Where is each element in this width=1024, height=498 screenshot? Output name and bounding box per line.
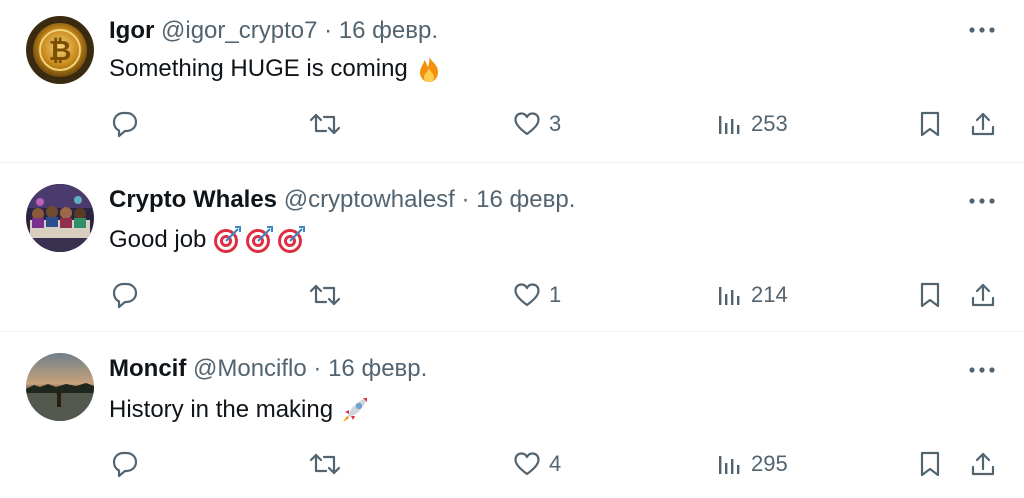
tweet-text: Something HUGE is coming [109,54,444,84]
views-button[interactable]: 214 [717,279,788,311]
views-button[interactable]: 295 [717,448,788,480]
tweet-feed: ₿ Igor @igor_crypto7 · 16 февр. Somethin… [0,0,1024,498]
bookmark-icon [920,282,940,308]
author-name[interactable]: Moncif [109,355,186,382]
tweet-text-content: Something HUGE is coming [109,55,408,82]
repost-arrows-icon [309,284,341,306]
reply-button[interactable] [110,108,140,140]
like-button[interactable]: 4 [513,448,561,480]
bookmark-button[interactable] [917,279,943,311]
tweet[interactable]: Moncif @Monciflo · 16 февр. History in t… [0,331,1024,496]
author-name[interactable]: Crypto Whales [109,186,277,213]
heart-icon [514,112,540,136]
tweet-date[interactable]: 16 февр. [339,17,438,44]
share-upload-icon [971,452,995,476]
reply-button[interactable] [110,448,140,480]
separator-dot: · [324,17,333,44]
bookmark-icon [920,451,940,477]
views-bar-chart-icon [719,116,740,134]
author-handle[interactable]: @igor_crypto7 [161,17,317,44]
tweet[interactable]: Crypto Whales @cryptowhalesf · 16 февр. … [0,162,1024,327]
author-handle[interactable]: @Monciflo [193,355,307,382]
landscape-avatar-image [26,353,94,421]
bookmark-icon [920,111,940,137]
direct-hit-emoji [212,225,306,255]
tweet-actions: 4 295 [0,448,1024,480]
reply-bubble-icon [112,282,138,309]
avatar[interactable] [26,353,94,421]
separator-dot: · [461,186,470,213]
bookmark-button[interactable] [917,448,943,480]
bookmark-button[interactable] [917,108,943,140]
like-button[interactable]: 3 [513,108,561,140]
tweet-header: Igor @igor_crypto7 · 16 февр. [109,16,438,46]
more-options-button[interactable] [968,187,996,215]
like-button[interactable]: 1 [513,279,561,311]
reply-bubble-icon [112,451,138,478]
tweet-actions: 1 214 [0,279,1024,311]
tweet[interactable]: ₿ Igor @igor_crypto7 · 16 февр. Somethin… [0,0,1024,165]
tweet-date[interactable]: 16 февр. [476,186,575,213]
more-horizontal-icon [969,367,995,373]
direct-hit-emoji [246,226,274,253]
more-options-button[interactable] [968,356,996,384]
author-handle[interactable]: @cryptowhalesf [284,186,455,213]
like-count: 3 [549,111,562,136]
avatar[interactable]: ₿ [26,16,94,84]
tweet-text: History in the making [109,394,371,426]
views-button[interactable]: 253 [717,108,788,140]
share-upload-icon [971,283,995,307]
svg-text:₿: ₿ [49,34,72,67]
views-bar-chart-icon [719,287,740,305]
share-upload-icon [971,112,995,136]
direct-hit-emoji [278,226,306,253]
tweet-actions: 3 253 [0,108,1024,140]
author-name[interactable]: Igor [109,17,154,44]
rocket-emoji [339,394,371,426]
heart-icon [514,452,540,476]
share-button[interactable] [969,108,997,140]
bitcoin-avatar-image: ₿ [26,16,94,84]
like-count: 1 [549,282,562,307]
views-bar-chart-icon [719,456,740,474]
repost-button[interactable] [308,448,342,480]
group-photo-avatar-image [26,184,94,252]
tweet-header: Crypto Whales @cryptowhalesf · 16 февр. [109,185,575,215]
more-horizontal-icon [969,27,995,33]
repost-arrows-icon [309,453,341,475]
repost-button[interactable] [308,279,342,311]
tweet-text-content: History in the making [109,396,334,423]
more-horizontal-icon [969,198,995,204]
share-button[interactable] [969,279,997,311]
separator-dot: · [313,355,322,382]
repost-arrows-icon [309,113,341,135]
tweet-text-content: Good job [109,226,207,253]
tweet-text: Good job [109,225,306,255]
views-count: 214 [751,282,788,307]
like-count: 4 [549,451,562,476]
reply-button[interactable] [110,279,140,311]
tweet-header: Moncif @Monciflo · 16 февр. [109,354,427,384]
reply-bubble-icon [112,111,138,138]
repost-button[interactable] [308,108,342,140]
views-count: 253 [751,111,788,136]
tweet-date[interactable]: 16 февр. [328,355,427,382]
share-button[interactable] [969,448,997,480]
avatar[interactable] [26,184,94,252]
views-count: 295 [751,451,788,476]
more-options-button[interactable] [968,16,996,44]
heart-icon [514,283,540,307]
fire-emoji [414,54,444,84]
